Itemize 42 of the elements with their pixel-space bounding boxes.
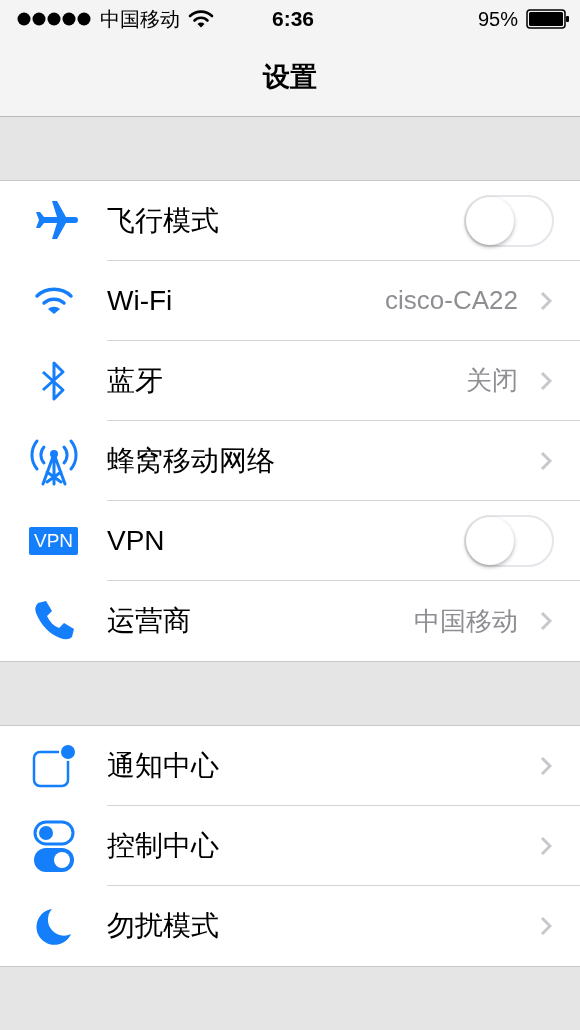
- wifi-icon: [188, 10, 214, 28]
- settings-row[interactable]: 飞行模式: [0, 181, 580, 261]
- row-label: 蓝牙: [107, 363, 164, 398]
- row-value: cisco-CA22: [385, 285, 518, 316]
- row-label: 勿扰模式: [107, 909, 220, 943]
- chevron-icon: [540, 916, 552, 936]
- row-label: 通知中心: [107, 748, 220, 783]
- settings-row[interactable]: 蜂窝移动网络: [0, 421, 580, 501]
- battery-percent: 95%: [477, 7, 518, 31]
- moon-icon: [33, 906, 74, 946]
- row-label: 蜂窝移动网络: [107, 443, 276, 478]
- chevron-icon: [540, 755, 552, 776]
- vpn-badge: VPN: [28, 527, 79, 555]
- settings-row[interactable]: 运营商 中国移动: [0, 581, 580, 661]
- settings-row[interactable]: 通知中心: [0, 726, 580, 806]
- chevron-icon: [540, 835, 552, 856]
- page-title: 设置: [263, 61, 317, 94]
- clock-time: 6:36: [272, 7, 314, 31]
- settings-row[interactable]: 勿扰模式: [0, 886, 580, 966]
- settings-row[interactable]: VPN VPN: [0, 501, 580, 581]
- row-label: 控制中心: [107, 828, 220, 863]
- row-value: 中国移动: [414, 604, 518, 638]
- row-label: Wi-Fi: [107, 284, 174, 317]
- carrier-name: 中国移动: [100, 6, 180, 32]
- row-label: 运营商: [107, 604, 192, 638]
- switches-icon: [31, 819, 76, 873]
- row-label: 飞行模式: [107, 203, 220, 238]
- battery-icon: [526, 9, 570, 29]
- row-value: 关闭: [466, 364, 518, 397]
- settings-row[interactable]: 控制中心: [0, 806, 580, 886]
- chevron-icon: [540, 290, 552, 311]
- toggle-switch[interactable]: [464, 514, 554, 567]
- signal-icon: [16, 11, 92, 27]
- row-label: VPN: [107, 524, 166, 557]
- chevron-icon: [540, 611, 552, 631]
- chevron-icon: [540, 450, 552, 471]
- chevron-icon: [540, 370, 552, 391]
- notification-icon: [30, 743, 77, 789]
- settings-row[interactable]: Wi-Fi cisco-CA22: [0, 261, 580, 341]
- wifi-icon: [33, 286, 74, 316]
- settings-row[interactable]: 蓝牙 关闭: [0, 341, 580, 421]
- toggle-switch[interactable]: [464, 194, 554, 247]
